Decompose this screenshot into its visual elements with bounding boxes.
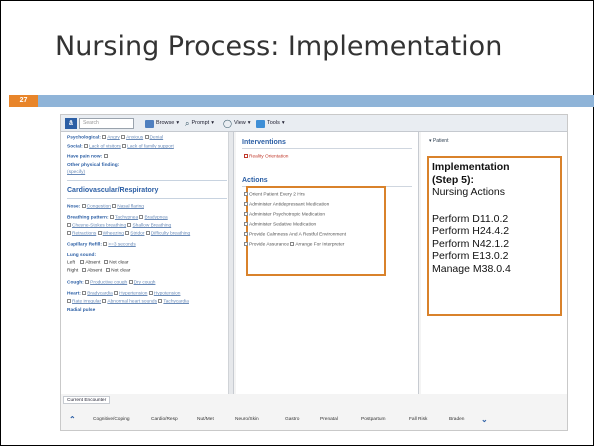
lung-left-row[interactable]: Left Absent Not clear: [67, 260, 129, 265]
nose-row[interactable]: Nose: Congestion Nasal flaring: [67, 204, 144, 209]
assessment-pane: Psychological: Angry Anxious Denial Soci…: [61, 132, 234, 394]
prompt-button[interactable]: ⌕ Prompt ▾: [185, 118, 214, 129]
impl-step: (Step 5):: [432, 173, 474, 186]
perform-line: Perform D11.0.2: [432, 212, 509, 225]
intervention-item[interactable]: Reality Orientation: [244, 154, 288, 159]
breathing-row-1[interactable]: Breathing pattern: Tachypnea Bradypnea: [67, 215, 168, 220]
nav-down-icon[interactable]: ⌄: [481, 415, 488, 424]
slide-title-bar: [38, 95, 594, 107]
view-label: View: [233, 120, 246, 126]
browse-button[interactable]: Browse ▾: [145, 118, 179, 129]
section-cardio-resp: Cardiovascular/Respiratory: [67, 187, 159, 194]
actions-highlight: [246, 186, 386, 276]
slide-number: 27: [9, 95, 38, 107]
nav-cognitive[interactable]: Cognitive/Coping: [93, 417, 130, 422]
nav-prenatal[interactable]: Prenatal: [320, 417, 338, 422]
nav-postpartum[interactable]: Postpartum: [361, 417, 386, 422]
social-row[interactable]: Social: Lack of visitors Lack of family …: [67, 144, 174, 149]
patient-pane: ▾ Patient Implementation (Step 5): Nursi…: [421, 132, 567, 394]
breathing-row-2[interactable]: Cheyne-Stokes breathing Shallow Breathin…: [67, 223, 171, 228]
tools-button[interactable]: Tools ▾: [256, 118, 285, 129]
other-finding-link[interactable]: (specify): [67, 170, 85, 175]
perform-line: Perform E13.0.2: [432, 250, 509, 262]
tools-label: Tools: [267, 120, 280, 126]
heart-row-2[interactable]: Rate irregular Abnormal heart sounds Tac…: [67, 299, 189, 304]
plan-pane: Interventions Reality Orientation Action…: [236, 132, 419, 394]
nav-neuro[interactable]: Neuro/Skin: [235, 417, 259, 422]
capillary-row[interactable]: Capillary Refill: >=3 seconds: [67, 242, 136, 247]
left-scrollbar[interactable]: [228, 132, 233, 394]
lung-right-row[interactable]: Right Absent Not clear: [67, 268, 130, 273]
action-item[interactable]: Administer Antidepressant Medication: [244, 202, 329, 207]
patient-tab[interactable]: ▾ Patient: [429, 138, 448, 144]
pain-row[interactable]: Have pain now:: [67, 154, 109, 159]
search-input[interactable]: Search: [79, 118, 134, 129]
perform-line: Perform N42.1.2: [432, 237, 510, 250]
radial-pulse-row: Radial pulse: [67, 308, 96, 313]
view-button[interactable]: ◯ View ▾: [223, 118, 251, 129]
browse-label: Browse: [156, 120, 175, 126]
slide: Nursing Process: Implementation 27 ā Sea…: [0, 0, 594, 446]
action-item[interactable]: Orient Patient Every 2 Hrs: [244, 192, 305, 197]
app-logo-icon[interactable]: ā: [65, 118, 77, 129]
slide-title: Nursing Process: Implementation: [55, 31, 503, 62]
cough-row[interactable]: Cough: Productive cough Dry cough: [67, 280, 155, 285]
other-finding-row: Other physical finding:: [67, 163, 120, 168]
nav-gastro[interactable]: Gastro: [285, 417, 299, 422]
view-icon: ◯: [223, 119, 232, 128]
heart-row-1[interactable]: Heart: Bradycardia Hypertension Hypotens…: [67, 291, 180, 296]
action-item[interactable]: Provide Calmness And A Restful Environme…: [244, 232, 346, 237]
nav-braden[interactable]: Braden: [449, 417, 464, 422]
interventions-header: Interventions: [242, 136, 412, 149]
breathing-row-3[interactable]: Retractions Wheezing Stridor Difficulty …: [67, 231, 190, 236]
app-toolbar: ā Search Browse ▾ ⌕ Prompt ▾ ◯ View ▾ Tools…: [61, 115, 567, 132]
nav-up-icon[interactable]: ⌃: [69, 415, 76, 424]
tools-icon: [256, 119, 265, 128]
current-encounter-tab[interactable]: Current Encounter: [63, 396, 111, 404]
browse-icon: [145, 119, 154, 128]
prompt-label: Prompt: [191, 120, 210, 126]
implementation-callout: Implementation (Step 5): Nursing Actions…: [427, 156, 562, 316]
nav-nutmet[interactable]: Nut/Met: [197, 417, 214, 422]
impl-title: Implementation: [432, 161, 510, 173]
action-item[interactable]: Administer Sedative Medication: [244, 222, 316, 227]
lung-label: Lung sound:: [67, 253, 97, 258]
nav-cardio[interactable]: Cardio/Resp: [151, 417, 178, 422]
impl-subtitle: Nursing Actions: [432, 186, 505, 198]
ehr-screenshot: ā Search Browse ▾ ⌕ Prompt ▾ ◯ View ▾ Tools…: [60, 114, 568, 431]
section-navbar: ⌃ Cognitive/Coping Cardio/Resp Nut/Met N…: [61, 405, 567, 430]
nav-fallrisk[interactable]: Fall Risk: [409, 417, 427, 422]
perform-line: Manage M38.0.4: [432, 262, 511, 275]
perform-line: Perform H24.4.2: [432, 225, 510, 237]
search-icon: ⌕: [185, 119, 190, 128]
action-item[interactable]: Administer Psychotropic Medication: [244, 212, 325, 217]
action-item[interactable]: Provide Assurance Arrange For Interprete…: [244, 242, 344, 247]
